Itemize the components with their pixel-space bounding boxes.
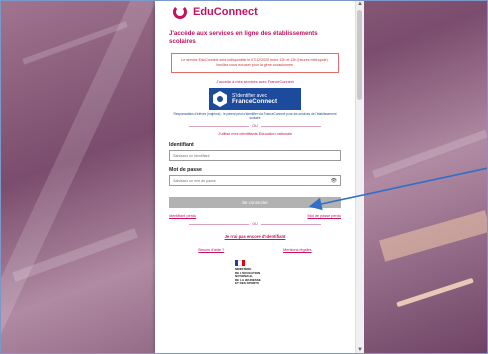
annotation-arrow — [308, 167, 488, 211]
